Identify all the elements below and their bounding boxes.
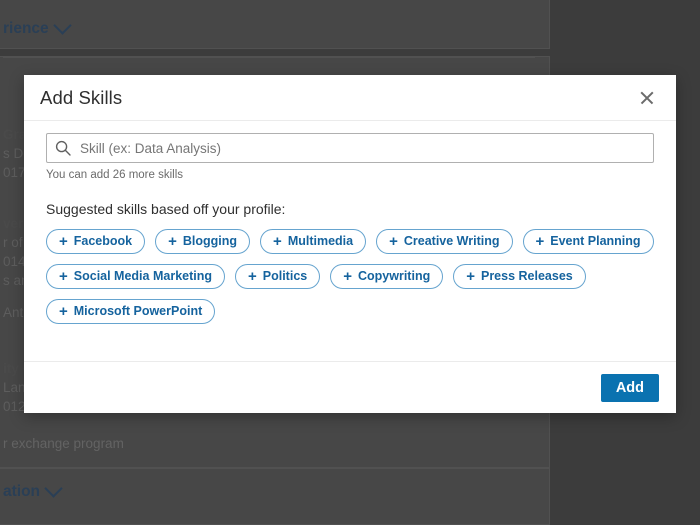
plus-icon: + xyxy=(535,232,545,250)
plus-icon: + xyxy=(466,267,475,285)
suggested-skill-pill[interactable]: + Press Releases xyxy=(453,264,586,289)
background-entry-subtitle: r of xyxy=(3,235,23,250)
skill-search-input[interactable] xyxy=(46,133,654,163)
dialog-body: You can add 26 more skills Suggested ski… xyxy=(24,121,676,361)
suggested-skill-label: Creative Writing xyxy=(403,234,500,249)
background-entry-date: 012 xyxy=(3,399,26,414)
background-experience-card: rience xyxy=(0,0,550,49)
background-body-text: r exchange program xyxy=(3,436,124,451)
suggested-skill-label: Event Planning xyxy=(550,234,641,249)
suggested-skill-label: Microsoft PowerPoint xyxy=(73,304,203,319)
plus-icon: + xyxy=(273,232,282,250)
suggested-skill-label: Multimedia xyxy=(287,234,354,249)
suggested-skill-pill[interactable]: + Social Media Marketing xyxy=(46,264,225,289)
plus-icon: + xyxy=(59,232,68,250)
background-divider xyxy=(3,57,535,58)
dialog-header: Add Skills xyxy=(24,75,676,121)
add-button[interactable]: Add xyxy=(600,373,659,402)
background-section-education: ation xyxy=(0,469,549,511)
plus-icon: + xyxy=(343,267,352,285)
dialog-title: Add Skills xyxy=(40,86,123,108)
plus-icon: + xyxy=(59,267,68,285)
suggested-skill-label: Copywriting xyxy=(358,269,431,284)
plus-icon: + xyxy=(248,267,257,285)
suggested-skills-label: Suggested skills based off your profile: xyxy=(46,201,286,217)
suggested-skill-label: Facebook xyxy=(73,234,133,249)
close-icon[interactable] xyxy=(632,83,662,113)
suggested-skill-pill[interactable]: + Facebook xyxy=(46,229,146,254)
plus-icon: + xyxy=(389,232,398,250)
suggested-skill-label: Social Media Marketing xyxy=(73,269,212,284)
background-entry-date: 014 xyxy=(3,254,26,269)
background-section-experience: rience xyxy=(0,15,72,48)
suggested-skill-pill[interactable]: + Copywriting xyxy=(330,264,444,289)
suggested-skill-pill[interactable]: + Event Planning xyxy=(522,229,654,254)
suggested-skill-label: Blogging xyxy=(182,234,238,249)
suggested-skill-label: Politics xyxy=(262,269,308,284)
suggested-skill-pill[interactable]: + Blogging xyxy=(155,229,251,254)
suggested-skill-pill[interactable]: + Creative Writing xyxy=(376,229,513,254)
background-entry-date: 017 xyxy=(3,165,26,180)
suggested-skill-label: Press Releases xyxy=(480,269,573,284)
skill-search-row xyxy=(46,133,654,163)
suggested-skill-pill[interactable]: + Politics xyxy=(235,264,321,289)
background-education-footer-card: ation xyxy=(0,468,550,525)
chevron-down-icon xyxy=(52,15,72,35)
background-education-label: ation xyxy=(3,483,41,500)
skills-remaining-helper-text: You can add 26 more skills xyxy=(46,169,184,181)
suggested-skill-pill[interactable]: + Microsoft PowerPoint xyxy=(46,299,216,324)
suggested-skill-pill[interactable]: + Multimedia xyxy=(260,229,367,254)
dialog-footer: Add xyxy=(24,361,676,413)
plus-icon: + xyxy=(168,232,177,250)
chevron-down-icon xyxy=(44,478,63,498)
plus-icon: + xyxy=(59,302,68,320)
background-experience-label: rience xyxy=(3,20,49,37)
suggested-skills-list: + Facebook + Blogging + Multimedia + Creative W… xyxy=(46,229,654,324)
add-skills-dialog: Add Skills You can add 26 more skills Su… xyxy=(24,75,676,413)
